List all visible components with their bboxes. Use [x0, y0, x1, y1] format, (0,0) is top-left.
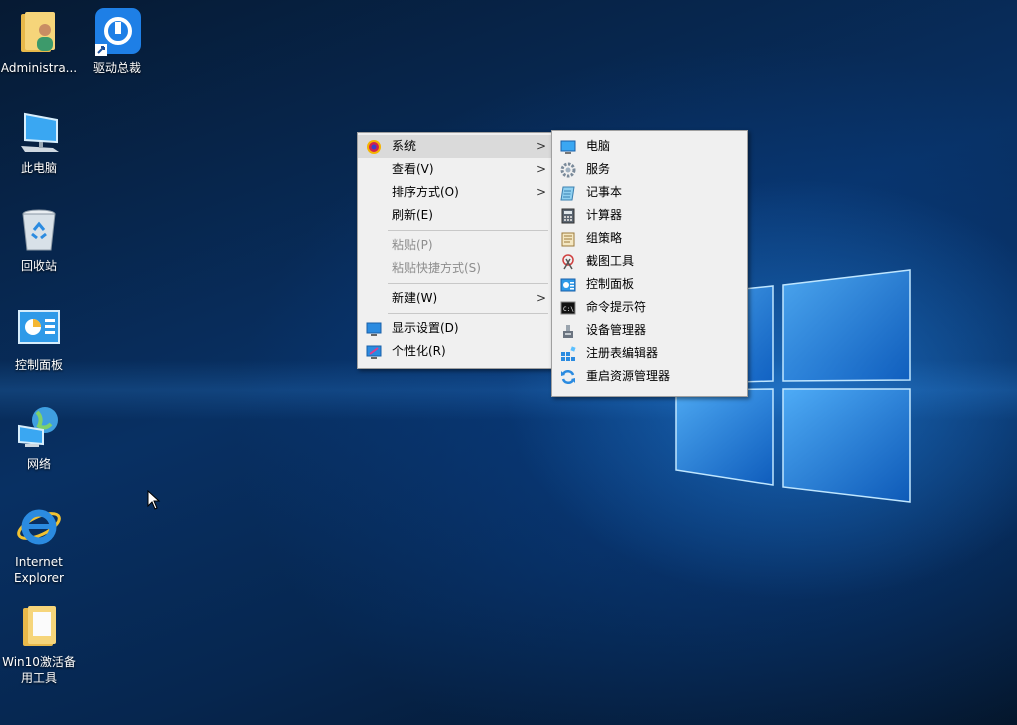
monitor-icon	[560, 139, 576, 155]
submenu-item-services[interactable]: 服务	[552, 158, 747, 181]
desktop-icon-recycle-bin[interactable]: 回收站	[0, 206, 78, 274]
restart-explorer-icon	[560, 369, 576, 385]
device-manager-icon	[560, 323, 576, 339]
desktop-icon-label: Administra...	[0, 61, 78, 75]
display-settings-icon	[366, 321, 382, 337]
desktop-icon-label: 驱动总裁	[92, 61, 141, 75]
services-gear-icon	[560, 162, 576, 178]
menu-item-system[interactable]: 系统 >	[358, 135, 552, 158]
desktop-icon-this-pc[interactable]: 此电脑	[0, 108, 78, 176]
menu-item-sort-by[interactable]: 排序方式(O) >	[358, 181, 552, 204]
desktop-icon-win10-activation[interactable]: Win10激活备 用工具	[0, 602, 78, 686]
internet-explorer-icon	[15, 502, 63, 550]
submenu-item-restart-explorer[interactable]: 重启资源管理器	[552, 365, 747, 388]
submenu-item-snipping-tool[interactable]: 截图工具	[552, 250, 747, 273]
control-panel-icon	[15, 305, 63, 353]
menu-item-refresh[interactable]: 刷新(E)	[358, 204, 552, 227]
submenu-item-registry-editor[interactable]: 注册表编辑器	[552, 342, 747, 365]
wallpaper-light-beam	[0, 360, 1017, 420]
chevron-right-icon: >	[535, 139, 546, 153]
menu-separator	[388, 230, 548, 231]
snipping-tool-icon	[560, 254, 576, 270]
registry-editor-icon	[560, 346, 576, 362]
system-icon	[366, 139, 382, 155]
menu-item-paste-shortcut: 粘贴快捷方式(S)	[392, 261, 481, 275]
svg-text:C:\: C:\	[563, 306, 574, 313]
chevron-right-icon: >	[535, 291, 546, 305]
network-icon	[15, 404, 63, 452]
menu-item-display-settings[interactable]: 显示设置(D)	[358, 317, 552, 340]
submenu-item-device-manager[interactable]: 设备管理器	[552, 319, 747, 342]
menu-separator	[388, 313, 548, 314]
calculator-icon	[560, 208, 576, 224]
desktop-icon-label: 此电脑	[20, 161, 57, 175]
menu-item-view[interactable]: 查看(V) >	[358, 158, 552, 181]
user-folder-icon	[15, 8, 63, 56]
menu-separator	[388, 283, 548, 284]
system-submenu: 电脑 服务 记事本 计算器 组策略 截图工具 控制面板 C:\ 命令提示符 设备…	[551, 130, 748, 397]
notepad-icon	[560, 185, 576, 201]
submenu-item-notepad[interactable]: 记事本	[552, 181, 747, 204]
chevron-right-icon: >	[535, 185, 546, 199]
submenu-item-command-prompt[interactable]: C:\ 命令提示符	[552, 296, 747, 319]
menu-item-new[interactable]: 新建(W) >	[358, 287, 552, 310]
desktop-icon-administrator[interactable]: Administra...	[0, 8, 78, 76]
folder-icon	[15, 602, 63, 650]
group-policy-icon	[560, 231, 576, 247]
computer-icon	[15, 108, 63, 156]
personalize-icon	[366, 344, 382, 360]
desktop-icon-label: 回收站	[20, 259, 57, 273]
desktop-icon-network[interactable]: 网络	[0, 404, 78, 472]
control-panel-icon	[560, 277, 576, 293]
menu-item-paste: 粘贴(P)	[392, 238, 433, 252]
desktop-icon-label: Win10激活备 用工具	[2, 655, 76, 685]
desktop-icon-driver-tool[interactable]: 驱动总裁	[78, 8, 156, 76]
command-prompt-icon: C:\	[560, 300, 576, 316]
chevron-right-icon: >	[535, 162, 546, 176]
submenu-item-control-panel[interactable]: 控制面板	[552, 273, 747, 296]
desktop-context-menu: 系统 > 查看(V) > 排序方式(O) > 刷新(E) 粘贴(P) 粘贴快捷方…	[357, 132, 553, 369]
desktop-icon-label: 控制面板	[14, 358, 63, 372]
menu-item-personalize[interactable]: 个性化(R)	[358, 340, 552, 363]
desktop-icon-control-panel[interactable]: 控制面板	[0, 305, 78, 373]
submenu-item-calculator[interactable]: 计算器	[552, 204, 747, 227]
desktop-icon-internet-explorer[interactable]: Internet Explorer	[0, 502, 78, 586]
submenu-item-computer[interactable]: 电脑	[552, 135, 747, 158]
submenu-item-group-policy[interactable]: 组策略	[552, 227, 747, 250]
driver-tool-icon	[93, 8, 141, 56]
desktop-icon-label: 网络	[26, 457, 51, 471]
desktop-icon-label: Internet Explorer	[14, 555, 64, 585]
mouse-cursor-icon	[147, 490, 161, 510]
recycle-bin-icon	[15, 206, 63, 254]
